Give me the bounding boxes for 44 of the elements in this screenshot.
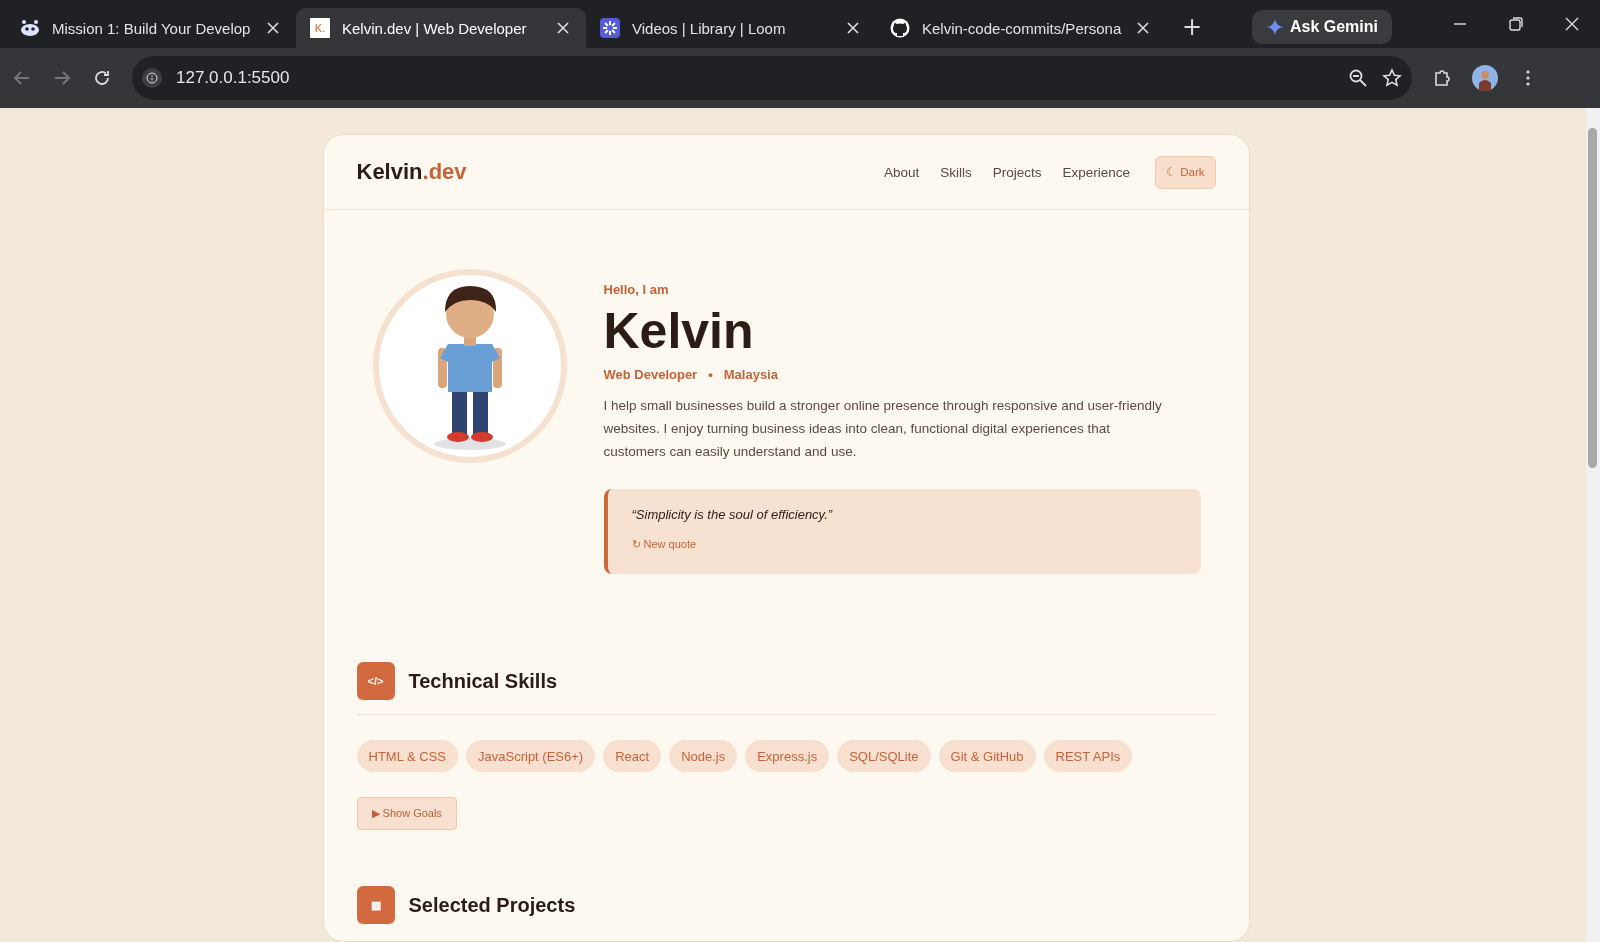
nav-link[interactable]: About <box>883 164 920 180</box>
site-logo[interactable]: Kelvin.dev <box>356 159 467 185</box>
github-icon <box>890 18 910 38</box>
skill-chip: Git & GitHub <box>938 740 1036 772</box>
skill-chip: React <box>603 740 662 772</box>
greeting-text: Hello, I am <box>603 282 670 297</box>
address-bar[interactable]: 127.0.0.1:5500 <box>132 56 1412 100</box>
section-icon: ▦ <box>356 886 395 924</box>
browser-tab[interactable]: Mission 1: Build Your Develop <box>6 8 296 48</box>
browser-tab[interactable]: K. Kelvin.dev | Web Developer <box>296 8 586 48</box>
theme-toggle-button[interactable]: ☾ Dark <box>1155 155 1216 189</box>
section-title: Selected Projects <box>408 893 576 917</box>
role-text: Web Developer <box>603 367 698 382</box>
hero-name: Kelvin <box>603 303 755 359</box>
browser-tab[interactable]: Videos | Library | Loom <box>586 8 876 48</box>
new-tab-button[interactable]: + <box>1176 12 1209 42</box>
separator-dot: • <box>708 367 713 382</box>
robot-icon <box>20 18 40 38</box>
profile-avatar-icon[interactable] <box>1472 65 1498 91</box>
skill-chip: Node.js <box>669 740 738 772</box>
reload-icon[interactable] <box>92 68 112 88</box>
gemini-button[interactable]: Ask Gemini <box>1251 10 1392 44</box>
puzzle-icon[interactable] <box>1432 68 1452 88</box>
nav-link[interactable]: Skills <box>940 164 972 180</box>
star-icon[interactable] <box>1382 68 1402 88</box>
section-title: Technical Skills <box>408 669 558 693</box>
section-icon: </> <box>356 662 395 700</box>
skill-chip: Express.js <box>745 740 830 772</box>
bio-paragraph: I help small businesses build a stronger online presence through responsive and user-friendly websites. I enjoy turning business ideas into clean, functional digital experiences that customers can easily understand and use. <box>603 397 1163 461</box>
favicon-letter: K. <box>310 18 330 38</box>
skill-chip: HTML & CSS <box>356 740 459 772</box>
restore-icon[interactable] <box>1508 16 1524 32</box>
zoom-out-icon[interactable] <box>1348 68 1368 88</box>
skill-chip: JavaScript (ES6+) <box>466 740 596 772</box>
nav-link[interactable]: Experience <box>1062 164 1130 180</box>
browser-tab[interactable]: Kelvin-code-commits/Persona <box>876 8 1166 48</box>
nav-link[interactable]: Projects <box>992 164 1042 180</box>
location-text: Malaysia <box>723 367 778 382</box>
info-icon[interactable] <box>142 68 162 88</box>
starburst-icon <box>600 18 620 38</box>
skill-chip: REST APIs <box>1043 740 1133 772</box>
quote-text: “Simplicity is the soul of efficiency.” <box>631 507 834 522</box>
close-icon[interactable] <box>1564 16 1580 32</box>
skill-chip: SQL/SQLite <box>837 740 931 772</box>
